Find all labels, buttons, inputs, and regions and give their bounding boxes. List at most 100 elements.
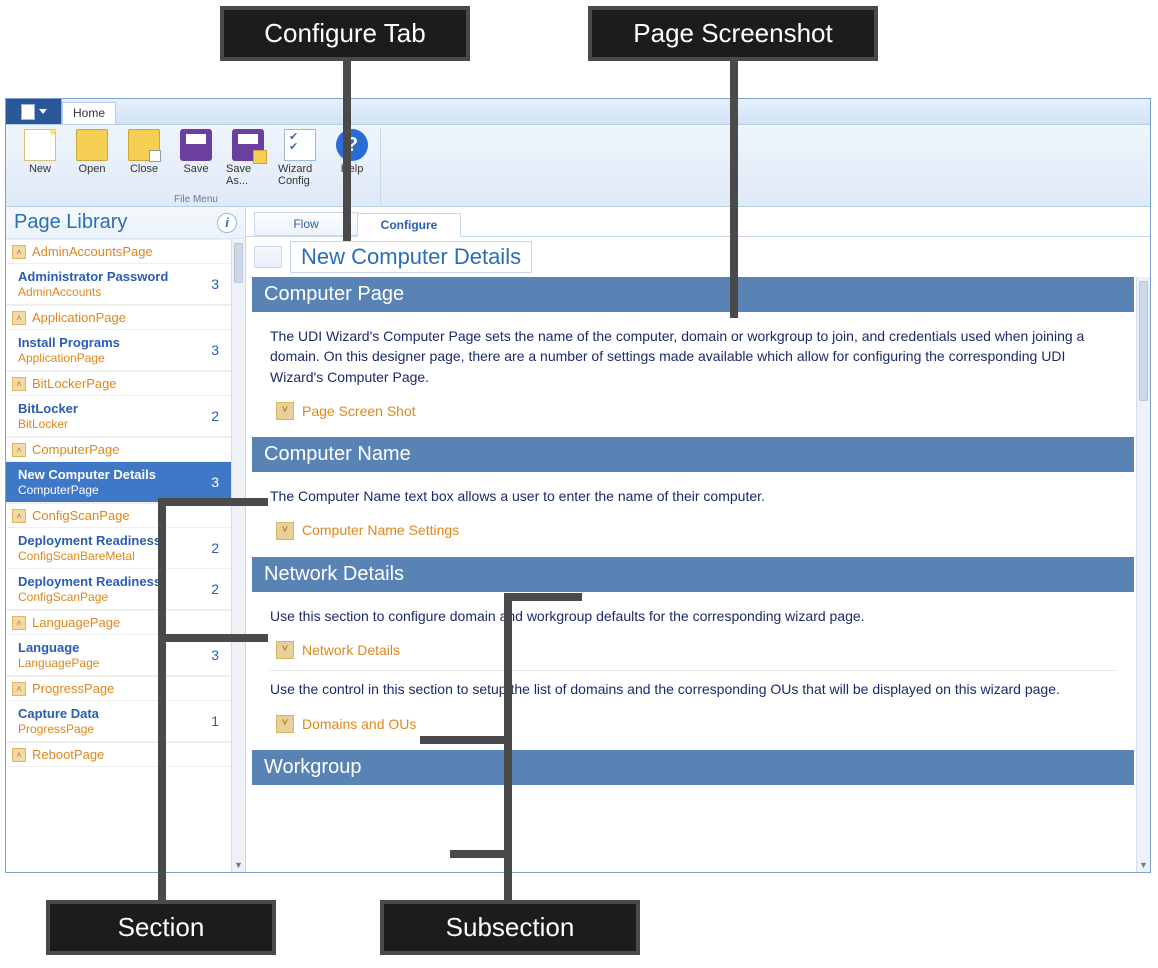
document-icon [21, 104, 35, 120]
ribbon-open[interactable]: Open [70, 129, 114, 187]
wizard-icon [284, 129, 316, 161]
body: Page Library i ˄AdminAccountsPageAdminis… [6, 207, 1150, 872]
chevron-up-icon: ˄ [12, 245, 26, 259]
content-scrollbar[interactable]: ▲ ▼ [1136, 277, 1150, 872]
item-subtitle: BitLocker [18, 417, 78, 431]
page-library-item[interactable]: New Computer DetailsComputerPage 3 [6, 462, 231, 503]
ribbon-close[interactable]: Close [122, 129, 166, 187]
page-library-item[interactable]: BitLockerBitLocker 2 [6, 396, 231, 437]
ribbon-help[interactable]: ? Help [330, 129, 374, 187]
section-text: The Computer Name text box allows a user… [270, 486, 1116, 506]
chevron-up-icon: ˄ [12, 682, 26, 696]
main-panel: Flow Configure New Computer Details Comp… [246, 207, 1150, 872]
titlebar: Home [6, 99, 1150, 125]
item-title: Language [18, 640, 99, 655]
page-title: New Computer Details [290, 241, 532, 273]
page-library-header: Page Library i [6, 207, 245, 239]
section-header: Computer Name [252, 437, 1134, 472]
group-title: BitLockerPage [32, 376, 117, 391]
tab-home[interactable]: Home [62, 102, 116, 124]
ribbon-wizard-config[interactable]: Wizard Config [278, 129, 322, 187]
subsection-toggle[interactable]: ˅Computer Name Settings [276, 520, 1116, 540]
page-library-scrollbar[interactable]: ▲ ▼ [231, 239, 245, 872]
page-library-group-header[interactable]: ˄ComputerPage [6, 437, 231, 462]
open-icon [76, 129, 108, 161]
section-text: Use the control in this section to setup… [270, 679, 1116, 699]
section-body: Use this section to configure domain and… [252, 592, 1134, 750]
section-body: The Computer Name text box allows a user… [252, 472, 1134, 557]
page-library-item[interactable]: Administrator PasswordAdminAccounts3 [6, 264, 231, 305]
label: New [29, 163, 51, 175]
section-text: The UDI Wizard's Computer Page sets the … [270, 326, 1116, 387]
scroll-down-icon[interactable]: ▼ [1137, 858, 1150, 872]
group-title: ProgressPage [32, 681, 114, 696]
page-library-item[interactable]: Capture DataProgressPage 1 [6, 701, 231, 742]
subsection-toggle[interactable]: ˅Domains and OUs [276, 714, 1116, 734]
subtab-strip: Flow Configure [246, 211, 1150, 237]
group-title: ApplicationPage [32, 310, 126, 325]
subsection-label: Network Details [302, 640, 400, 660]
item-subtitle: ProgressPage [18, 722, 99, 736]
chevron-up-icon: ˄ [12, 377, 26, 391]
info-icon[interactable]: i [217, 213, 237, 233]
item-count: 2 [211, 408, 223, 424]
divider [270, 670, 1116, 671]
chevron-up-icon: ˄ [12, 748, 26, 762]
save-as-icon [232, 129, 264, 161]
subsection-label: Domains and OUs [302, 714, 416, 734]
page-library-item[interactable]: Install ProgramsApplicationPage3 [6, 330, 231, 371]
chevron-down-icon: ˅ [276, 522, 294, 540]
chevron-down-icon: ˅ [276, 402, 294, 420]
callout-subsection: Subsection [380, 900, 640, 955]
app-menu-button[interactable] [6, 99, 62, 124]
page-library-group-header[interactable]: ˄ConfigScanPage [6, 503, 231, 528]
group-title: LanguagePage [32, 615, 120, 630]
chevron-up-icon: ˄ [12, 311, 26, 325]
item-title: Deployment Readiness [18, 574, 161, 589]
page-library-item[interactable]: Deployment ReadinessConfigScanPage2 [6, 569, 231, 610]
item-count: 3 [211, 474, 223, 490]
section-header: Network Details [252, 557, 1134, 592]
ribbon: New Open Close Save Save As... [6, 125, 1150, 207]
item-title: New Computer Details [18, 467, 156, 482]
page-library-group-header[interactable]: ˄ RebootPage [6, 742, 231, 767]
scroll-thumb[interactable] [1139, 281, 1148, 401]
page-library-item[interactable]: Deployment ReadinessConfigScanBareMetal2 [6, 528, 231, 569]
group-title: ComputerPage [32, 442, 119, 457]
page-library-title: Page Library [14, 211, 127, 234]
ribbon-save-as[interactable]: Save As... [226, 129, 270, 187]
page-icon [254, 246, 282, 268]
item-title: Capture Data [18, 706, 99, 721]
group-title: RebootPage [32, 747, 104, 762]
item-count: 2 [211, 581, 223, 597]
label: Open [79, 163, 106, 175]
section-header: Computer Page [252, 277, 1134, 312]
new-icon [24, 129, 56, 161]
ribbon-new[interactable]: New [18, 129, 62, 187]
save-icon [180, 129, 212, 161]
page-library-group-header[interactable]: ˄ ProgressPage [6, 676, 231, 701]
section-header: Workgroup [252, 750, 1134, 785]
page-library-group-header[interactable]: ˄LanguagePage [6, 610, 231, 635]
item-subtitle: ComputerPage [18, 483, 156, 497]
item-count: 1 [211, 713, 223, 729]
item-title: BitLocker [18, 401, 78, 416]
ribbon-save[interactable]: Save [174, 129, 218, 187]
page-title-row: New Computer Details [246, 237, 1150, 277]
group-title: ConfigScanPage [32, 508, 130, 523]
label: Save As... [226, 163, 270, 187]
scroll-thumb[interactable] [234, 243, 243, 283]
page-library-group-header[interactable]: ˄ BitLockerPage [6, 371, 231, 396]
page-library-group-header[interactable]: ˄AdminAccountsPage [6, 239, 231, 264]
scroll-down-icon[interactable]: ▼ [232, 858, 245, 872]
subsection-toggle[interactable]: ˅Page Screen Shot [276, 401, 1116, 421]
item-count: 3 [211, 276, 223, 292]
callout-section: Section [46, 900, 276, 955]
item-subtitle: LanguagePage [18, 656, 99, 670]
item-title: Install Programs [18, 335, 120, 350]
item-title: Deployment Readiness [18, 533, 161, 548]
subtab-configure[interactable]: Configure [357, 213, 461, 237]
label: Wizard Config [278, 163, 322, 187]
subsection-toggle[interactable]: ˅Network Details [276, 640, 1116, 660]
page-library-group-header[interactable]: ˄ ApplicationPage [6, 305, 231, 330]
